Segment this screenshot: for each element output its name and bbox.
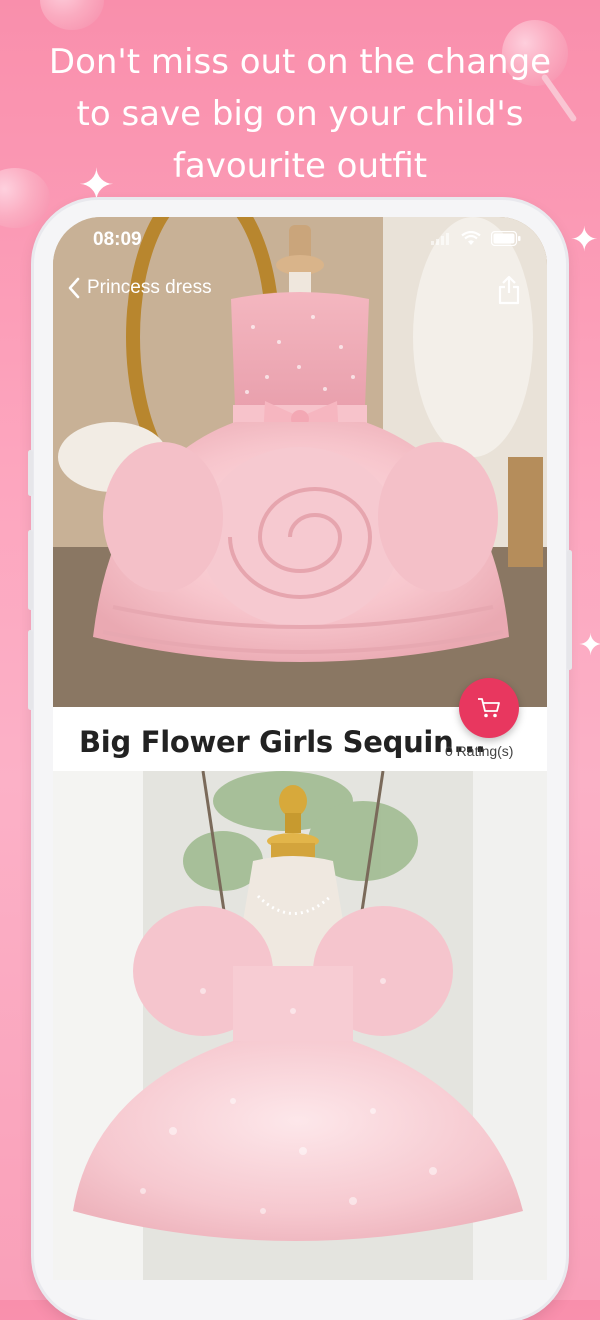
status-time: 08:09	[93, 229, 142, 250]
battery-icon	[491, 231, 521, 246]
cart-icon	[478, 698, 500, 718]
add-to-cart-button[interactable]	[459, 678, 519, 738]
product-image[interactable]: 08:09 Princess dress	[53, 217, 547, 707]
phone-side-button	[28, 630, 33, 710]
product-image-2[interactable]	[53, 771, 547, 1280]
dress-illustration-2	[53, 771, 547, 1280]
share-button[interactable]	[497, 275, 521, 310]
sparkle-icon: ✦	[570, 220, 599, 260]
decorative-bubble	[40, 0, 104, 30]
sparkle-icon: ✦	[578, 628, 600, 663]
product-rating: 0 Rating(s)	[445, 743, 514, 759]
phone-side-button	[28, 450, 33, 496]
wifi-icon	[461, 231, 481, 245]
nav-title: Princess dress	[87, 277, 212, 298]
promo-headline: Don't miss out on the change to save big…	[48, 42, 552, 186]
chevron-left-icon	[68, 277, 80, 299]
phone-screen: 08:09 Princess dress Big Flower Girls Se…	[53, 217, 547, 1280]
signal-icon	[431, 232, 449, 245]
product-title: Big Flower Girls Sequin...	[79, 725, 486, 759]
phone-side-button	[567, 550, 572, 670]
status-bar: 08:09	[53, 217, 547, 261]
phone-side-button	[28, 530, 33, 610]
back-button[interactable]: Princess dress	[67, 277, 212, 299]
share-icon	[498, 275, 520, 305]
nav-bar: Princess dress	[53, 275, 547, 311]
